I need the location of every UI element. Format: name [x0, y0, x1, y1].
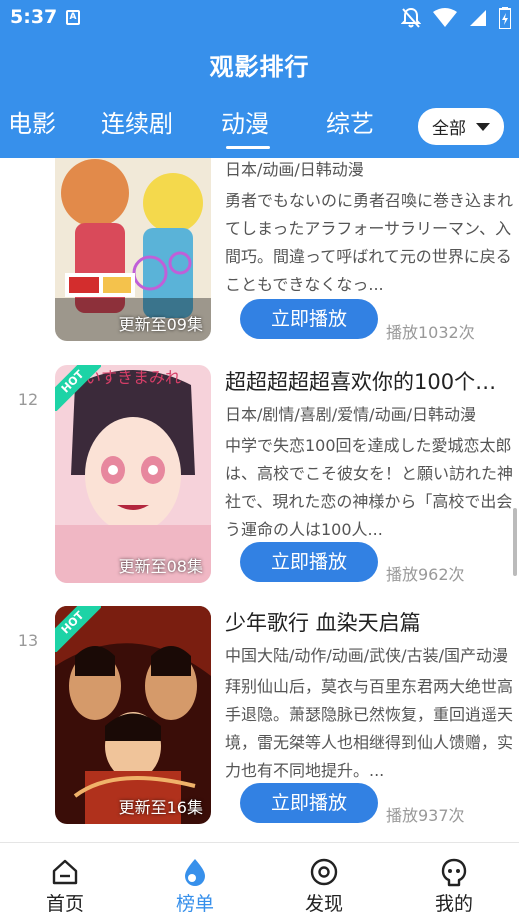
discover-icon — [310, 858, 338, 886]
status-bar: 5:37 A — [0, 0, 519, 36]
profile-icon — [441, 858, 467, 887]
header: 5:37 A 观影排行 电影 连续剧 动漫 综艺 全部 — [0, 0, 519, 158]
status-time: 5:37 — [10, 6, 58, 28]
nav-ranking-label: 榜单 — [175, 893, 214, 915]
item-description: 中学で失恋100回を達成した愛城恋太郎は、高校でこそ彼女を！と願い訪れた神社で、… — [225, 436, 514, 539]
active-tab-indicator — [226, 146, 270, 149]
filter-label: 全部 — [432, 119, 466, 139]
rank-number: 12 — [17, 390, 39, 409]
item-tags: 日本/动画/日韩动漫 — [225, 160, 364, 179]
item-description: 拜别仙山后，莫衣与百里东君两大绝世高手退隐。萧瑟隐脉已然恢复，重回逍遥天境，雷无… — [225, 677, 514, 780]
list-item[interactable]: 12 いすきまみれ HOT 更新至08集 超超超超超喜欢你的100个女朋友 日本… — [0, 365, 519, 593]
scrollbar[interactable] — [513, 508, 517, 576]
page-title: 观影排行 — [209, 53, 310, 81]
app-notification-icon: A — [66, 10, 80, 25]
nav-discover[interactable]: 发现 — [284, 843, 364, 924]
item-title[interactable]: 少年歌行 血染天启篇 — [225, 608, 515, 638]
nav-profile[interactable]: 我的 — [414, 843, 494, 924]
item-tags: 日本/剧情/喜剧/爱情/动画/日韩动漫 — [225, 405, 476, 424]
battery-icon — [499, 7, 511, 29]
item-title[interactable]: 超超超超超喜欢你的100个女朋友 — [225, 367, 515, 397]
poster-image[interactable]: いすきまみれ HOT 更新至08集 — [55, 365, 211, 583]
play-now-button[interactable]: 立即播放 — [240, 299, 378, 339]
nav-ranking[interactable]: 榜单 — [155, 843, 235, 924]
item-tags: 中国大陆/动作/动画/武侠/古装/国产动漫 — [225, 646, 508, 665]
nav-home[interactable]: 首页 — [25, 843, 105, 924]
ranking-list[interactable]: 11 更新至09集 日本/动画/日韩动漫 勇者でもないのに勇者召喚に巻き込まれて… — [0, 158, 519, 843]
item-description: 勇者でもないのに勇者召喚に巻き込まれてしまったアラフォーサラリーマン、入間巧。間… — [225, 191, 514, 294]
caret-down-icon — [476, 122, 490, 131]
play-now-button[interactable]: 立即播放 — [240, 542, 378, 582]
signal-icon — [470, 10, 486, 26]
item-info: 少年歌行 血染天启篇 中国大陆/动作/动画/武侠/古装/国产动漫 拜别仙山后，莫… — [225, 608, 515, 785]
status-icons — [401, 6, 511, 30]
hot-badge: HOT — [55, 606, 101, 652]
play-count: 播放937次 — [386, 806, 465, 825]
poster-image[interactable]: HOT 更新至16集 — [55, 606, 211, 824]
episode-badge: 更新至08集 — [118, 557, 203, 576]
notifications-off-icon — [401, 7, 421, 28]
play-count: 播放962次 — [386, 565, 465, 584]
tab-anime[interactable]: 动漫 — [221, 104, 269, 139]
rank-number: 13 — [17, 631, 39, 650]
ranking-icon — [185, 859, 205, 886]
bottom-nav: 首页 榜单 发现 我的 — [0, 842, 519, 924]
item-info: 超超超超超喜欢你的100个女朋友 日本/剧情/喜剧/爱情/动画/日韩动漫 中学で… — [225, 367, 515, 544]
item-info: 日本/动画/日韩动漫 勇者でもないのに勇者召喚に巻き込まれてしまったアラフォーサ… — [225, 158, 515, 299]
home-icon — [52, 859, 78, 885]
nav-discover-label: 发现 — [304, 893, 343, 915]
play-count: 播放1032次 — [386, 323, 475, 342]
tab-series[interactable]: 连续剧 — [101, 104, 173, 139]
filter-dropdown[interactable]: 全部 — [418, 108, 504, 145]
list-item[interactable]: 11 更新至09集 日本/动画/日韩动漫 勇者でもないのに勇者召喚に巻き込まれて… — [0, 158, 519, 351]
episode-badge: 更新至16集 — [118, 798, 203, 817]
tab-movie[interactable]: 电影 — [8, 104, 56, 139]
tab-variety[interactable]: 综艺 — [326, 104, 374, 139]
nav-profile-label: 我的 — [434, 893, 473, 915]
poster-image[interactable]: 更新至09集 — [55, 158, 211, 341]
hot-badge: HOT — [55, 365, 101, 411]
episode-badge: 更新至09集 — [118, 315, 203, 334]
nav-home-label: 首页 — [45, 893, 84, 915]
list-item[interactable]: 13 HOT 更新至16集 少年歌行 血染天启篇 中国大陆/动作/动画/武侠/古… — [0, 606, 519, 834]
wifi-icon — [433, 8, 457, 27]
play-now-button[interactable]: 立即播放 — [240, 783, 378, 823]
